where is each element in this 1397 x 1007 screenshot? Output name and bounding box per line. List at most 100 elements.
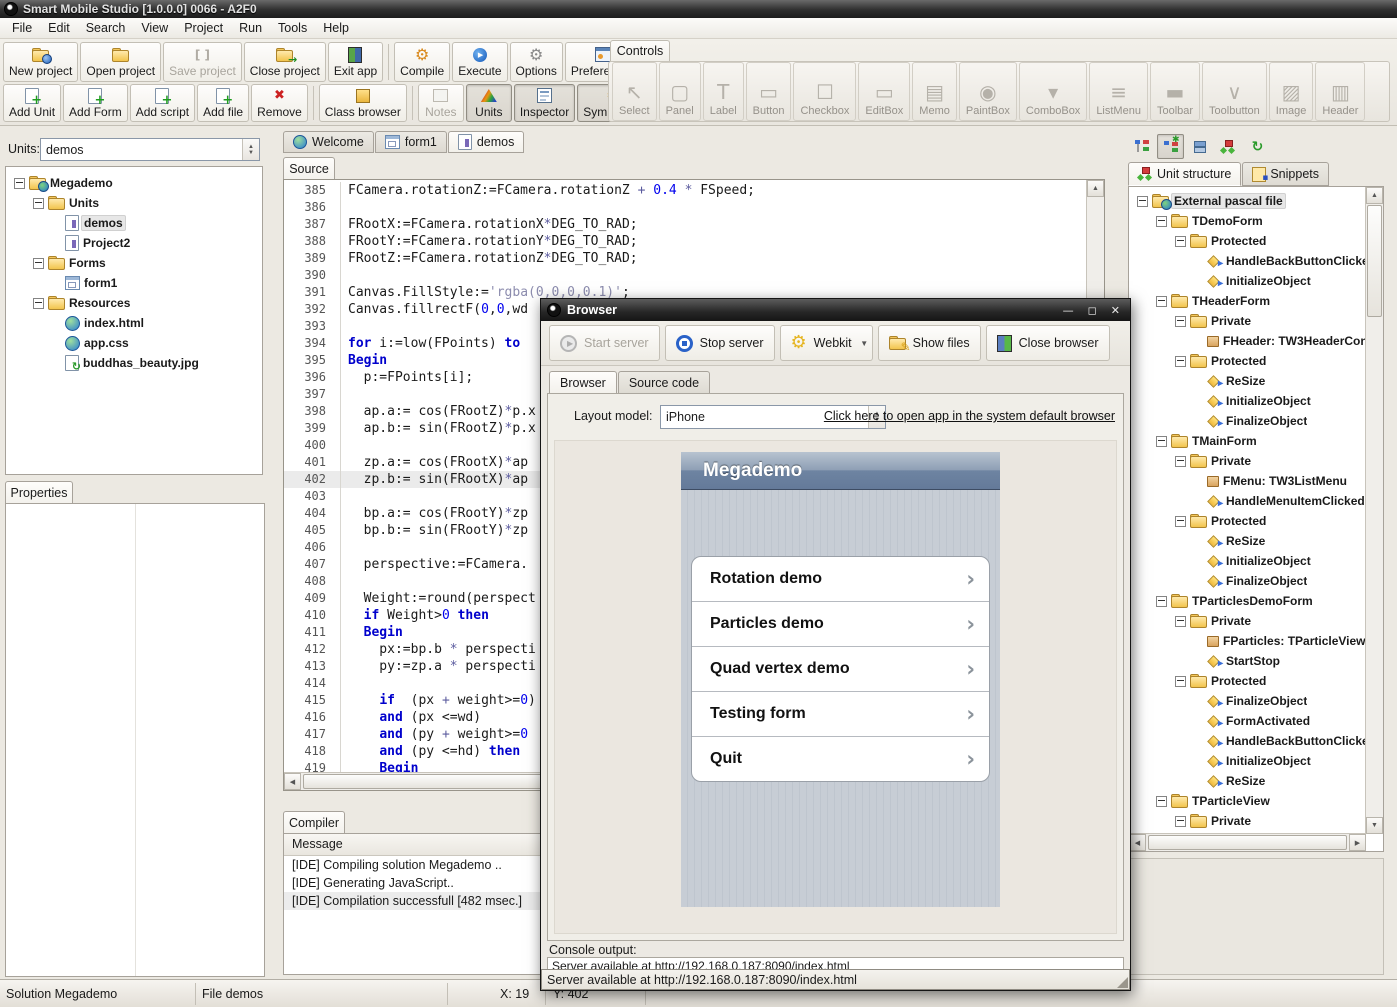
scroll-right-icon[interactable]: ▶	[1349, 834, 1366, 851]
toolbar-button-add-form[interactable]: +Add Form	[63, 84, 128, 122]
structure-node-private[interactable]: Private	[1129, 811, 1366, 831]
structure-node-finalizeobject[interactable]: ▸FinalizeObject	[1129, 691, 1366, 711]
collapse-toggle-icon[interactable]	[1156, 596, 1167, 607]
structure-node-finalizeobject[interactable]: ▸FinalizeObject	[1129, 571, 1366, 591]
phone-menu-item-testing-form[interactable]: Testing form›	[692, 692, 989, 737]
editor-tab-demos[interactable]: demos	[448, 131, 525, 153]
toolbar-button-add-unit[interactable]: +Add Unit	[3, 84, 61, 122]
structure-node-protected[interactable]: Protected	[1129, 351, 1366, 371]
project-node-units[interactable]: Units	[6, 193, 262, 213]
toolbar-button-compile[interactable]: ⚙Compile	[394, 42, 450, 82]
collapse-toggle-icon[interactable]	[33, 258, 44, 269]
toolbar-button-inspector[interactable]: Inspector	[514, 84, 575, 122]
collapse-toggle-icon[interactable]	[1175, 356, 1186, 367]
structure-node-initializeobject[interactable]: ▸InitializeObject	[1129, 271, 1366, 291]
structure-node-resize[interactable]: ▸ReSize	[1129, 531, 1366, 551]
units-combobox[interactable]: demos ▲▼	[40, 138, 260, 161]
menu-edit[interactable]: Edit	[40, 19, 78, 37]
structure-node-tparticlesdemoform[interactable]: TParticlesDemoForm	[1129, 591, 1366, 611]
scroll-up-icon[interactable]: ▲	[1366, 187, 1383, 204]
properties-panel[interactable]	[5, 503, 265, 977]
toolbar-button-add-script[interactable]: +Add script	[130, 84, 195, 122]
maximize-icon[interactable]: ◻	[1084, 304, 1101, 317]
project-node-project2[interactable]: Project2	[6, 233, 262, 253]
toolbar-button-open-project[interactable]: Open project	[80, 42, 161, 82]
structure-node-fparticles-tparticleview[interactable]: FParticles: TParticleView	[1129, 631, 1366, 651]
toolbar-button-exit-app[interactable]: Exit app	[328, 42, 383, 82]
menu-project[interactable]: Project	[176, 19, 231, 37]
structure-node-initializeobject[interactable]: ▸InitializeObject	[1129, 751, 1366, 771]
collapse-toggle-icon[interactable]	[14, 178, 25, 189]
structure-node-finalizeobject[interactable]: ▸FinalizeObject	[1129, 411, 1366, 431]
phone-menu-item-rotation-demo[interactable]: Rotation demo›	[692, 557, 989, 602]
units-spinner[interactable]: ▲▼	[242, 139, 259, 160]
browser-tab-source-code[interactable]: Source code	[618, 371, 710, 394]
tab-compiler[interactable]: Compiler	[283, 811, 345, 835]
project-node-buddhas-beauty-jpg[interactable]: ↻buddhas_beauty.jpg	[6, 353, 262, 373]
project-node-app-css[interactable]: app.css	[6, 333, 262, 353]
structure-node-resize[interactable]: ▸ReSize	[1129, 771, 1366, 791]
structure-node-fheader-tw3headercontrol[interactable]: FHeader: TW3HeaderControl	[1129, 331, 1366, 351]
toolbar-button-class-browser[interactable]: Class browser	[319, 84, 407, 122]
structure-node-protected[interactable]: Protected	[1129, 231, 1366, 251]
toolbar-button-units[interactable]: Units	[466, 84, 512, 122]
resize-grip-icon[interactable]	[1117, 977, 1128, 988]
structure-node-initializeobject[interactable]: ▸InitializeObject	[1129, 391, 1366, 411]
tab-unit-structure[interactable]: Unit structure	[1128, 162, 1241, 186]
project-node-index-html[interactable]: index.html	[6, 313, 262, 333]
dropdown-arrow-icon[interactable]: ▼	[857, 325, 873, 361]
project-node-forms[interactable]: Forms	[6, 253, 262, 273]
structure-node-handlemenuitemclicked[interactable]: ▸HandleMenuItemClicked	[1129, 491, 1366, 511]
toolbar-button-options[interactable]: ⚙Options	[510, 42, 563, 82]
structure-hscroll-thumb[interactable]	[1148, 835, 1347, 850]
tab-source[interactable]: Source	[283, 157, 335, 181]
scroll-left-icon[interactable]: ◀	[284, 773, 301, 790]
menu-view[interactable]: View	[133, 19, 176, 37]
editor-tab-form1[interactable]: form1	[375, 131, 447, 153]
scroll-up-icon[interactable]: ▲	[1087, 180, 1104, 197]
collapse-toggle-icon[interactable]	[33, 198, 44, 209]
editor-tab-welcome[interactable]: Welcome	[283, 131, 374, 153]
structure-node-handlebackbuttonclicked[interactable]: ▸HandleBackButtonClicked	[1129, 251, 1366, 271]
structure-node-tparticleview[interactable]: TParticleView	[1129, 791, 1366, 811]
collapse-toggle-icon[interactable]	[1175, 676, 1186, 687]
browser-titlebar[interactable]: Browser — ◻ ✕	[541, 299, 1130, 321]
structure-node-protected[interactable]: Protected	[1129, 671, 1366, 691]
menu-tools[interactable]: Tools	[270, 19, 315, 37]
collapse-toggle-icon[interactable]	[1137, 196, 1148, 207]
tab-controls[interactable]: Controls	[610, 40, 670, 62]
collapse-toggle-icon[interactable]	[1156, 436, 1167, 447]
browser-button-stop-server[interactable]: Stop server	[665, 325, 775, 361]
collapse-toggle-icon[interactable]	[1156, 796, 1167, 807]
structure-node-theaderform[interactable]: THeaderForm	[1129, 291, 1366, 311]
structure-node-handlebackbuttonclicked[interactable]: ▸HandleBackButtonClicked	[1129, 731, 1366, 751]
scroll-down-icon[interactable]: ▼	[1366, 817, 1383, 834]
browser-button-show-files[interactable]: ✎Show files	[878, 325, 981, 361]
browser-tab-browser[interactable]: Browser	[549, 371, 617, 394]
minimize-icon[interactable]: —	[1059, 304, 1078, 317]
menu-run[interactable]: Run	[231, 19, 270, 37]
structure-vscroll-thumb[interactable]	[1367, 205, 1382, 317]
structure-node-initializeobject[interactable]: ▸InitializeObject	[1129, 551, 1366, 571]
project-node-megademo[interactable]: Megademo	[6, 173, 262, 193]
collapse-toggle-icon[interactable]	[1175, 236, 1186, 247]
collapse-toggle-icon[interactable]	[1175, 456, 1186, 467]
structure-horizontal-scrollbar[interactable]: ◀ ▶	[1129, 833, 1366, 851]
project-node-form1[interactable]: form1	[6, 273, 262, 293]
structure-tool-diagram-view[interactable]	[1215, 134, 1242, 159]
phone-menu-item-particles-demo[interactable]: Particles demo›	[692, 602, 989, 647]
phone-menu-item-quit[interactable]: Quit›	[692, 737, 989, 781]
browser-button-close-browser[interactable]: Close browser	[986, 325, 1110, 361]
menu-search[interactable]: Search	[78, 19, 134, 37]
collapse-toggle-icon[interactable]	[1175, 516, 1186, 527]
structure-node-private[interactable]: Private	[1129, 311, 1366, 331]
menu-help[interactable]: Help	[315, 19, 357, 37]
tab-snippets[interactable]: ▪Snippets	[1242, 162, 1329, 186]
collapse-toggle-icon[interactable]	[1175, 316, 1186, 327]
structure-node-private[interactable]: Private	[1129, 611, 1366, 631]
structure-node-external-pascal-file[interactable]: External pascal file	[1129, 191, 1366, 211]
browser-button-webkit[interactable]: ⚙Webkit	[780, 325, 863, 361]
structure-tool-flatten-view[interactable]	[1186, 134, 1213, 159]
project-node-resources[interactable]: Resources	[6, 293, 262, 313]
structure-vertical-scrollbar[interactable]: ▲ ▼	[1365, 187, 1383, 834]
